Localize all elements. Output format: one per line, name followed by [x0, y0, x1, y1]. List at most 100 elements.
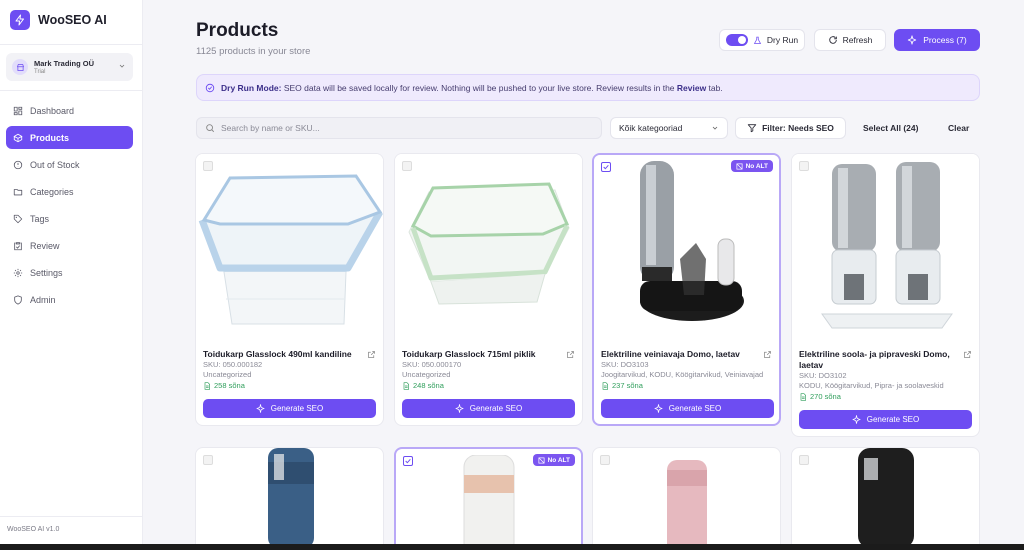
external-link-icon[interactable] — [367, 350, 376, 359]
product-title: Elektriline soola- ja pipraveski Domo, l… — [799, 349, 950, 370]
document-icon — [800, 392, 806, 401]
word-count-label: 248 sõna — [413, 381, 444, 390]
dry-run-toggle[interactable]: Dry Run — [719, 29, 805, 51]
filter-label: Filter: Needs SEO — [762, 123, 834, 133]
product-card[interactable]: Toidukarp Glasslock 715ml piklik SKU: 05… — [394, 153, 583, 426]
category-select[interactable]: Kõik kategooriad — [610, 117, 728, 139]
sidebar-item-label: Products — [30, 132, 70, 143]
sidebar-item-label: Categories — [30, 186, 74, 197]
product-card[interactable] — [791, 447, 980, 550]
sidebar-item-products[interactable]: Products — [6, 126, 133, 149]
external-link-icon[interactable] — [763, 350, 772, 359]
product-sku: SKU: 050.000182 — [203, 360, 263, 369]
product-title: Elektriline veiniavaja Domo, laetav — [601, 349, 740, 359]
sidebar-item-label: Tags — [30, 213, 50, 224]
sidebar-item-dashboard[interactable]: Dashboard — [6, 99, 133, 122]
sidebar-item-settings[interactable]: Settings — [6, 261, 133, 284]
clear-button[interactable]: Clear — [948, 123, 969, 133]
refresh-icon — [828, 36, 837, 44]
process-label: Process (7) — [923, 35, 967, 45]
product-title: Toidukarp Glasslock 715ml piklik — [402, 349, 536, 359]
sidebar-item-label: Settings — [30, 267, 63, 278]
gear-icon — [13, 268, 23, 277]
sparkle-icon — [454, 404, 464, 413]
product-image — [792, 154, 979, 344]
out-of-stock-icon — [13, 160, 23, 169]
check-circle-icon — [205, 83, 215, 92]
product-card[interactable]: No ALT Elektriline veiniavaja Domo, laet… — [592, 153, 781, 426]
products-icon — [13, 133, 23, 142]
sparkle-icon — [653, 404, 663, 413]
product-image — [196, 154, 383, 344]
main-content: Products 1125 products in your store Dry… — [143, 0, 1024, 550]
sidebar-item-categories[interactable]: Categories — [6, 180, 133, 203]
banner-strong: Dry Run Mode: — [221, 82, 282, 93]
product-card[interactable] — [195, 447, 384, 550]
folder-icon — [13, 188, 23, 195]
image-off-icon — [736, 163, 743, 169]
page-subtitle: 1125 products in your store — [196, 46, 311, 57]
sidebar-item-out-of-stock[interactable]: Out of Stock — [6, 153, 133, 176]
generate-label: Generate SEO — [469, 404, 523, 413]
toggle-switch[interactable] — [725, 34, 748, 46]
store-switcher[interactable]: Mark Trading OÜ Trial — [6, 53, 133, 81]
app-version: WooSEO AI v1.0 — [7, 526, 60, 533]
external-link-icon[interactable] — [963, 350, 972, 359]
store-icon — [12, 59, 28, 75]
product-checkbox[interactable] — [203, 455, 213, 465]
product-card[interactable]: No ALT — [394, 447, 583, 550]
check-icon — [603, 164, 609, 170]
product-checkbox[interactable] — [799, 161, 809, 171]
chevron-down-icon — [118, 61, 126, 73]
generate-label: Generate SEO — [270, 404, 324, 413]
generate-seo-button[interactable]: Generate SEO — [402, 399, 575, 418]
flask-icon — [753, 36, 762, 44]
generate-seo-button[interactable]: Generate SEO — [203, 399, 376, 418]
word-count: 248 sõna — [402, 381, 444, 390]
sidebar: WooSEO AI Mark Trading OÜ Trial Dashboar… — [0, 0, 143, 550]
product-card[interactable] — [592, 447, 781, 550]
no-alt-badge: No ALT — [532, 454, 575, 466]
generate-seo-button[interactable]: Generate SEO — [601, 399, 774, 418]
generate-label: Generate SEO — [866, 415, 920, 424]
product-image — [667, 460, 707, 550]
refresh-label: Refresh — [842, 35, 873, 45]
brand[interactable]: WooSEO AI — [10, 10, 107, 30]
process-button[interactable]: Process (7) — [894, 29, 980, 51]
product-card[interactable]: Elektriline soola- ja pipraveski Domo, l… — [791, 153, 980, 437]
banner-body: SEO data will be saved locally for revie… — [281, 82, 677, 93]
product-checkbox[interactable] — [402, 161, 412, 171]
sidebar-item-review[interactable]: Review — [6, 234, 133, 257]
product-category: Joogitarvikud, KODU, Köögitarvikud, Vein… — [601, 370, 764, 379]
image-off-icon — [538, 457, 545, 463]
check-icon — [405, 458, 411, 464]
word-count: 237 sõna — [601, 381, 643, 390]
generate-seo-button[interactable]: Generate SEO — [799, 410, 972, 429]
filter-button[interactable]: Filter: Needs SEO — [735, 117, 846, 139]
product-checkbox[interactable] — [203, 161, 213, 171]
product-sku: SKU: DO3103 — [601, 360, 649, 369]
product-checkbox[interactable] — [799, 455, 809, 465]
document-icon — [602, 381, 608, 390]
product-category: KODU, Köögitarvikud, Pipra- ja soolavesk… — [799, 381, 944, 390]
sidebar-item-admin[interactable]: Admin — [6, 288, 133, 311]
sidebar-item-label: Out of Stock — [30, 159, 80, 170]
external-link-icon[interactable] — [566, 350, 575, 359]
refresh-button[interactable]: Refresh — [814, 29, 886, 51]
product-checkbox-checked[interactable] — [403, 456, 413, 466]
sidebar-item-tags[interactable]: Tags — [6, 207, 133, 230]
filter-icon — [747, 124, 757, 133]
search-input[interactable]: Search by name or SKU... — [196, 117, 602, 139]
product-sku: SKU: 050.000170 — [402, 360, 462, 369]
sparkle-icon — [851, 415, 861, 424]
no-alt-badge: No ALT — [730, 160, 773, 172]
app-name: WooSEO AI — [38, 13, 107, 27]
select-all-button[interactable]: Select All (24) — [863, 123, 918, 133]
sparkle-icon — [255, 404, 265, 413]
sparkle-icon — [908, 35, 917, 45]
generate-label: Generate SEO — [668, 404, 722, 413]
review-link[interactable]: Review — [677, 83, 706, 93]
product-checkbox-checked[interactable] — [601, 162, 611, 172]
product-checkbox[interactable] — [600, 455, 610, 465]
product-card[interactable]: Toidukarp Glasslock 490ml kandiline SKU:… — [195, 153, 384, 426]
